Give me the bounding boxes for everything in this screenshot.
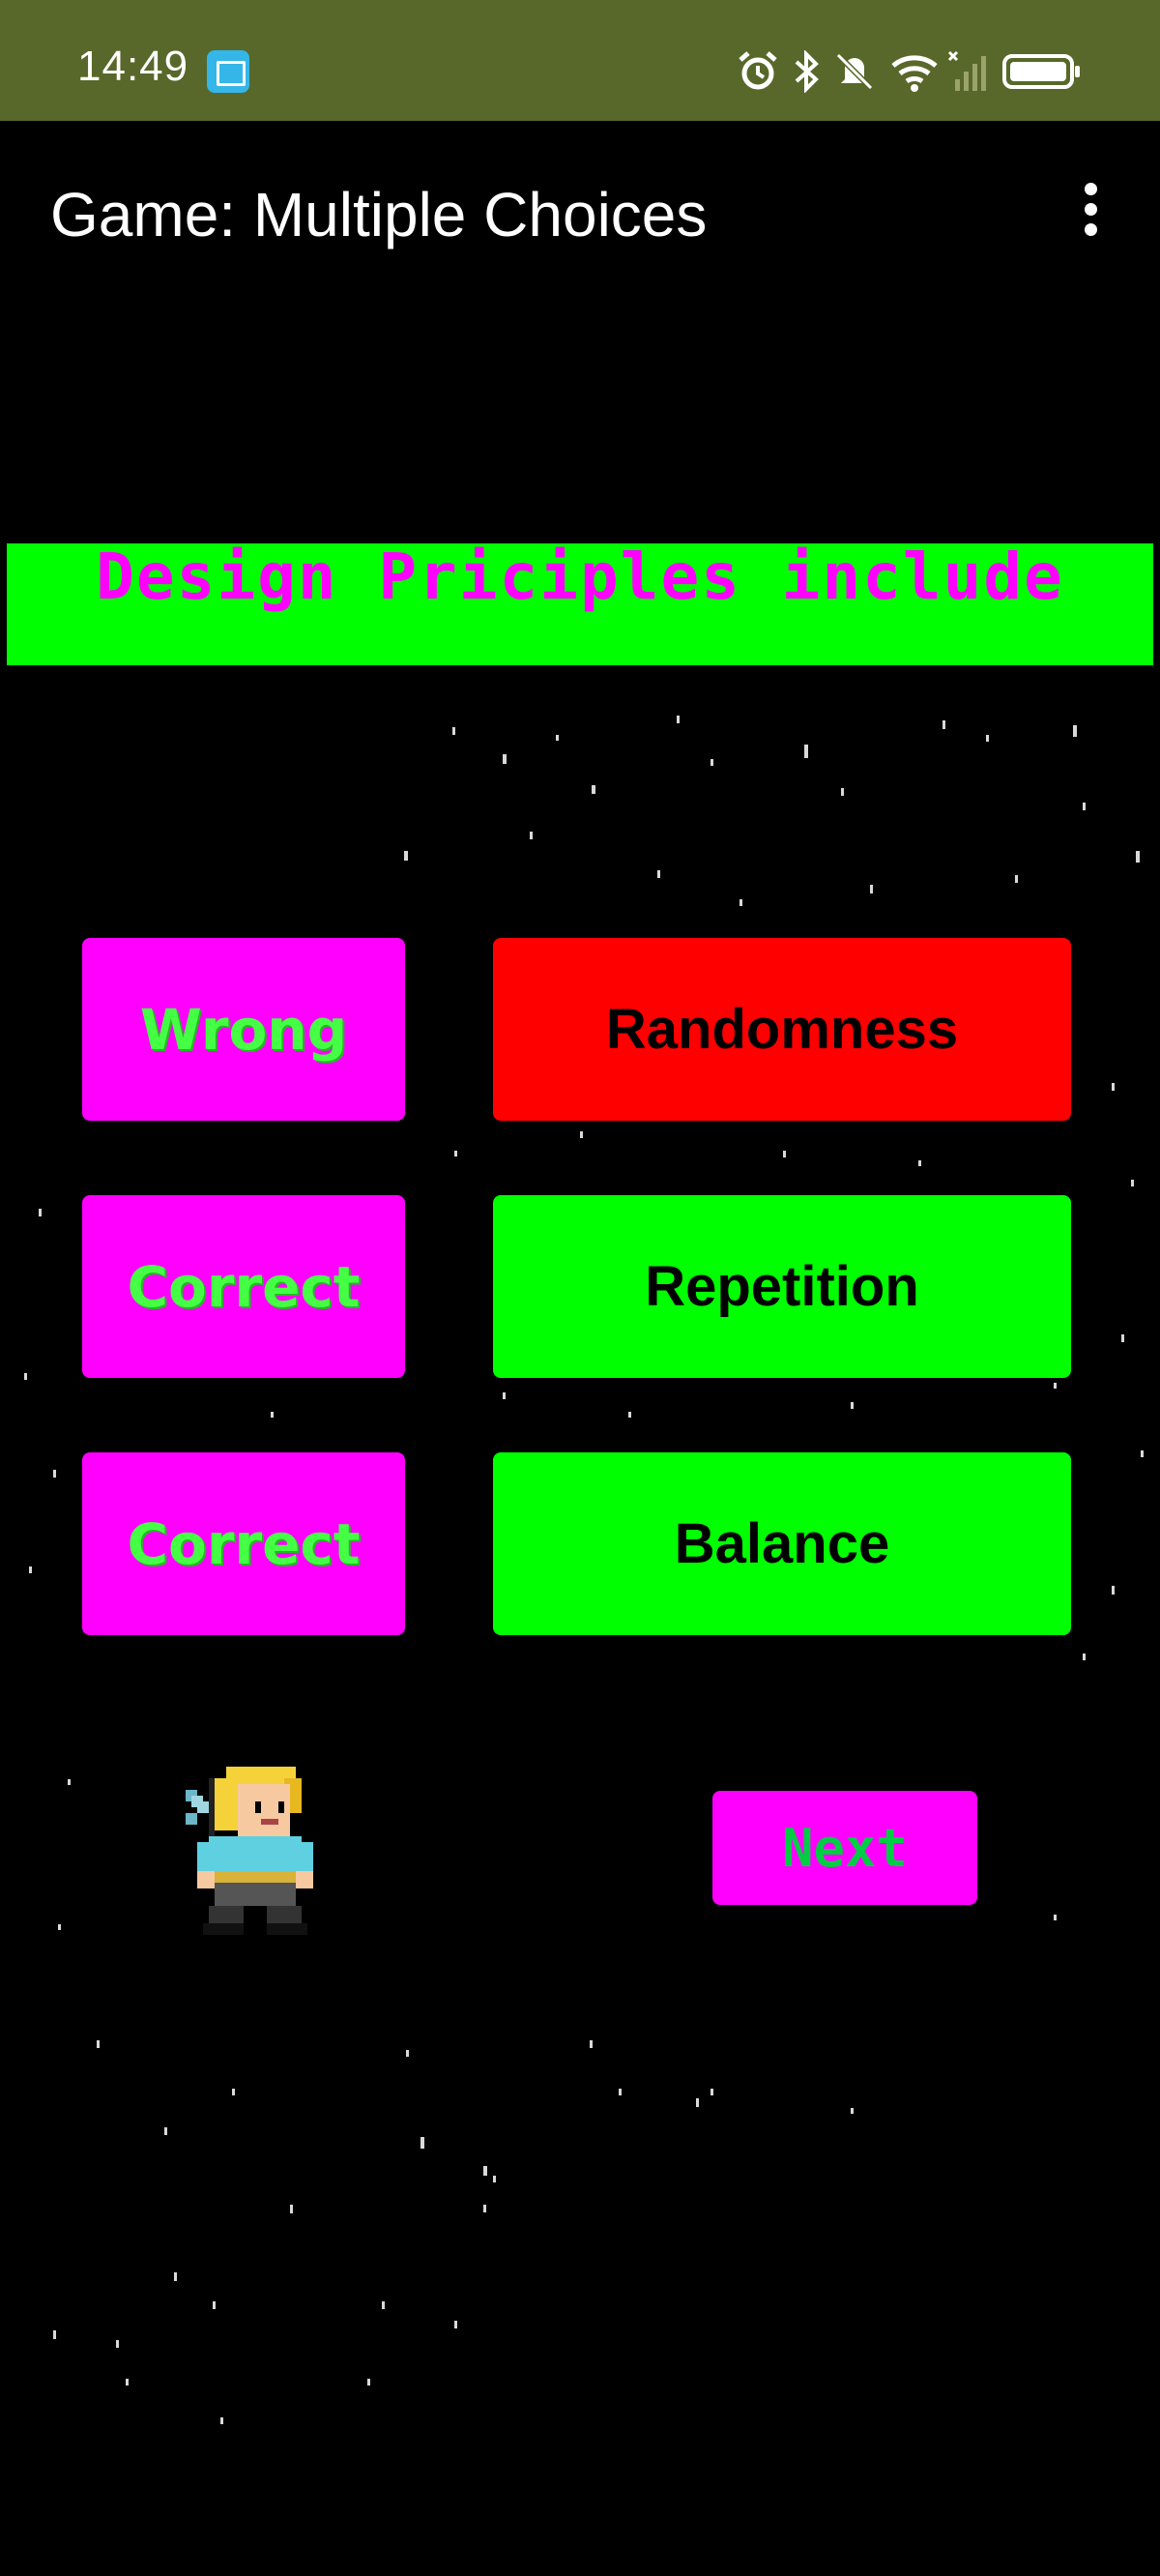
status-icons bbox=[737, 50, 1085, 93]
question-banner: Design Priciples include bbox=[7, 543, 1153, 665]
mute-icon bbox=[835, 52, 874, 91]
signal-icon bbox=[947, 50, 986, 91]
answer-button-balance[interactable]: Balance bbox=[493, 1452, 1071, 1635]
wifi-icon bbox=[891, 55, 938, 92]
result-indicator-3: Correct bbox=[82, 1452, 405, 1635]
alarm-icon bbox=[739, 51, 777, 90]
status-bar: 14:49 bbox=[0, 0, 1160, 121]
result-indicator-1: Wrong bbox=[82, 938, 405, 1121]
more-vert-icon[interactable] bbox=[1071, 179, 1110, 241]
result-indicator-2: Correct bbox=[82, 1195, 405, 1378]
pixel-knight-icon bbox=[186, 1767, 313, 1935]
question-text: Design Priciples include bbox=[96, 543, 1064, 614]
battery-icon bbox=[1002, 54, 1080, 89]
status-time: 14:49 bbox=[77, 43, 189, 90]
bluetooth-icon bbox=[795, 50, 819, 93]
next-button[interactable]: Next bbox=[712, 1791, 977, 1905]
book-app-icon bbox=[207, 50, 249, 93]
answer-button-randomness[interactable]: Randomness bbox=[493, 938, 1071, 1121]
app-bar: Game: Multiple Choices bbox=[0, 121, 1160, 305]
answer-button-repetition[interactable]: Repetition bbox=[493, 1195, 1071, 1378]
app-title: Game: Multiple Choices bbox=[50, 180, 708, 249]
